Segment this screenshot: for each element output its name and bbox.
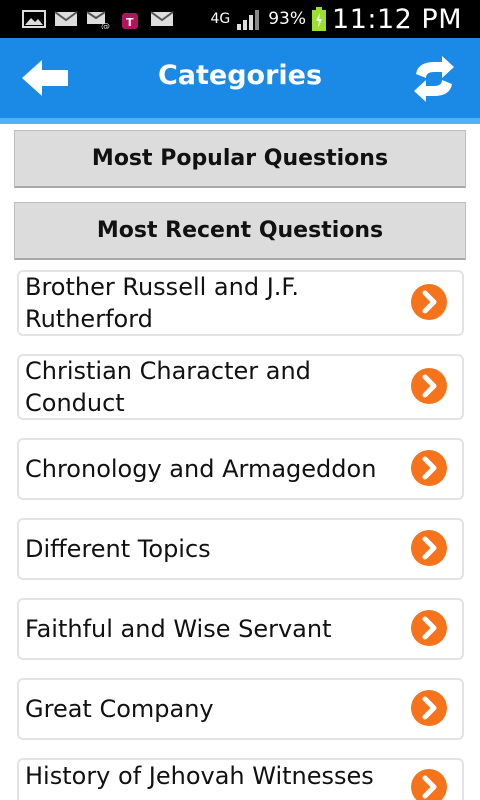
network-type: 4G [210, 11, 231, 27]
notification-icons: @ T [22, 7, 174, 31]
category-label: Christian Character and Conduct [25, 357, 311, 417]
category-item[interactable]: Brother Russell and J.F. Rutherford [17, 270, 464, 336]
svg-text:@: @ [101, 22, 110, 29]
status-bar: @ T 4G 93% 11:12 PM [0, 0, 480, 38]
signal-icon [237, 10, 260, 30]
battery-charging-icon [312, 7, 327, 31]
svg-text:T: T [126, 16, 134, 29]
category-item[interactable]: Christian Character and Conduct [17, 354, 464, 420]
category-item[interactable]: Faithful and Wise Servant [17, 598, 464, 660]
tmobile-bag-icon: T [122, 13, 138, 29]
page-title: Categories [157, 60, 323, 91]
mail-at-icon: @ [86, 11, 110, 29]
mail-icon [54, 11, 78, 26]
category-item[interactable]: Chronology and Armageddon [17, 438, 464, 500]
category-label: Great Company [25, 695, 214, 723]
main-content: Most Popular Questions Most Recent Quest… [0, 124, 480, 800]
category-label: Brother Russell and J.F. Rutherford [25, 273, 299, 333]
refresh-icon[interactable] [410, 54, 458, 104]
category-label: History of Jehovah Witnesses [25, 762, 374, 790]
battery-percent: 93% [268, 9, 307, 29]
status-right: 4G 93% 11:12 PM [210, 3, 462, 35]
category-label: Different Topics [25, 535, 211, 563]
category-item[interactable]: Great Company [17, 678, 464, 740]
chevron-right-icon [411, 284, 447, 320]
category-item[interactable]: Different Topics [17, 518, 464, 580]
clock: 11:12 PM [332, 3, 462, 35]
chevron-right-icon [411, 610, 447, 646]
category-label: Faithful and Wise Servant [25, 615, 332, 643]
chevron-right-icon [411, 530, 447, 566]
mail-icon [150, 11, 174, 26]
category-label: Chronology and Armageddon [25, 455, 377, 483]
image-icon [22, 10, 46, 28]
app-header: Categories [0, 38, 480, 124]
chevron-right-icon [411, 690, 447, 726]
most-recent-button[interactable]: Most Recent Questions [14, 202, 466, 260]
category-item[interactable]: History of Jehovah Witnesses [17, 758, 464, 800]
most-popular-button[interactable]: Most Popular Questions [14, 130, 466, 188]
chevron-right-icon [411, 368, 447, 404]
chevron-right-icon [411, 769, 447, 800]
chevron-right-icon [411, 450, 447, 486]
